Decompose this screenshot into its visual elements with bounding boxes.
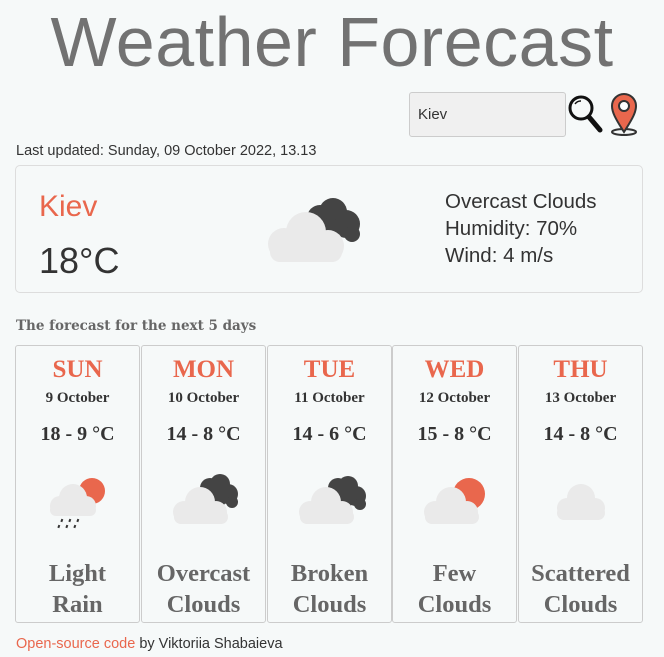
forecast-date: 11 October [294,390,365,406]
forecast-description-line1: Overcast [156,560,251,587]
overcast-clouds-icon [173,474,238,524]
forecast-description-line2: Rain [52,591,103,618]
current-temperature: 18°C [39,240,120,281]
page-title: Weather Forecast [50,3,614,81]
forecast-temperature-range: 18 - 9 °C [40,423,115,445]
current-city: Kiev [39,190,98,223]
forecast-day-name: TUE [303,356,356,383]
footer: Open-source code by Viktoriia Shabaieva [16,636,283,652]
forecast-description: Overcast Clouds [142,558,265,620]
forecast-description: Light Rain [16,558,139,620]
scattered-clouds-icon [557,484,605,520]
current-description: Overcast Clouds [445,190,597,213]
forecast-date: 12 October [418,390,491,406]
current-details: Overcast Clouds Humidity: 70% Wind: 4 m/… [445,188,597,269]
source-code-link[interactable]: Open-source code [16,636,135,652]
forecast-day-name: MON [172,356,235,383]
magnifier-icon [568,95,603,133]
forecast-date: 13 October [544,390,617,406]
forecast-description-line1: Light [48,560,107,587]
forecast-description: Broken Clouds [268,558,391,620]
forecast-description: Few Clouds [393,558,516,620]
forecast-day-card: WED 12 October 15 - 8 °C Few Clouds [392,345,517,623]
light-rain-icon [50,478,105,529]
forecast-temperature-range: 14 - 8 °C [166,423,241,445]
forecast-description-line2: Clouds [543,591,618,618]
last-updated-text: Last updated: Sunday, 09 October 2022, 1… [16,143,317,159]
forecast-list: SUN 9 October 18 - 9 °C Light Rain MON 1… [15,345,643,623]
forecast-description-line1: Scattered [531,560,630,587]
forecast-description-line1: Broken [290,560,369,587]
overcast-clouds-icon [268,198,360,262]
forecast-day-card: TUE 11 October 14 - 6 °C Broken Clouds [267,345,392,623]
forecast-day-card: THU 13 October 14 - 8 °C Scattered Cloud… [518,345,643,623]
forecast-description-line2: Clouds [166,591,241,618]
forecast-day-card: SUN 9 October 18 - 9 °C Light Rain [15,345,140,623]
current-location-button[interactable] [609,92,639,136]
forecast-temperature-range: 14 - 8 °C [543,423,618,445]
current-weather-card: Kiev 18°C Overcast Clouds Humidity: 70% … [15,165,643,293]
forecast-day-name: THU [553,356,608,383]
search-button[interactable] [567,94,603,134]
city-search-input[interactable] [409,92,566,137]
forecast-date: 10 October [167,390,240,406]
forecast-day-name: WED [424,356,485,383]
current-wind: Wind: 4 m/s [445,244,554,267]
forecast-description-line2: Clouds [292,591,367,618]
forecast-description-line1: Few [432,560,477,587]
footer-author: by Viktoriia Shabaieva [135,636,283,652]
forecast-temperature-range: 14 - 6 °C [292,423,367,445]
forecast-description-line2: Clouds [417,591,492,618]
few-clouds-icon [424,478,485,524]
broken-clouds-icon [299,476,366,524]
current-humidity: Humidity: 70% [445,217,578,240]
forecast-temperature-range: 15 - 8 °C [417,423,492,445]
forecast-description: Scattered Clouds [519,558,642,620]
location-pin-icon [610,93,638,136]
forecast-day-card: MON 10 October 14 - 8 °C Overcast Clouds [141,345,266,623]
forecast-heading: The forecast for the next 5 days [16,318,257,334]
forecast-date: 9 October [45,390,110,406]
forecast-day-name: SUN [52,356,103,383]
